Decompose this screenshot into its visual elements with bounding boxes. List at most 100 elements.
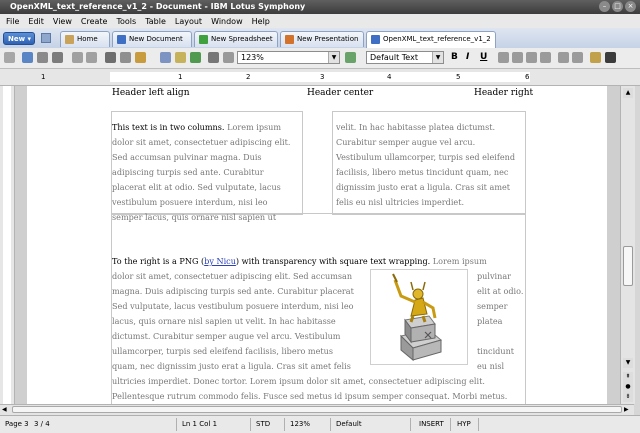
undo-icon[interactable]: [72, 52, 83, 63]
ruler-number: 1: [41, 73, 46, 81]
header-right: Header right: [474, 88, 534, 98]
redo-icon[interactable]: [86, 52, 97, 63]
font-color-icon[interactable]: [605, 52, 616, 63]
ruler-number: 1: [178, 73, 183, 81]
text-line: vestibulum posuere interdum, nisi leo: [112, 197, 268, 207]
scroll-right-icon[interactable]: ▶: [624, 406, 632, 414]
vertical-scrollbar[interactable]: ▲ ▼ ⇞ ● ⇟: [620, 86, 635, 404]
horizontal-scrollbar[interactable]: ◀ ▶: [0, 404, 634, 415]
text-line: ultricies imperdiet. Donec tortor. Lorem…: [112, 376, 485, 386]
menu-layout[interactable]: Layout: [175, 17, 202, 26]
chevron-down-icon[interactable]: ▼: [328, 52, 339, 63]
italic-button[interactable]: I: [466, 52, 469, 62]
image-icon[interactable]: [175, 52, 186, 63]
formatting-marks-icon[interactable]: [208, 52, 219, 63]
properties-icon[interactable]: [4, 52, 15, 63]
status-selection-mode[interactable]: STD: [256, 420, 270, 428]
maximize-icon[interactable]: □: [612, 1, 623, 12]
underline-button[interactable]: U: [480, 52, 487, 62]
menu-bar: File Edit View Create Tools Table Layout…: [0, 14, 640, 28]
close-icon[interactable]: ×: [625, 1, 636, 12]
minimize-icon[interactable]: –: [599, 1, 610, 12]
text-line: semper: [477, 301, 508, 311]
copy-icon[interactable]: [120, 52, 131, 63]
text-line: dictumst. Curabitur semper augue vel arc…: [112, 331, 341, 341]
menu-edit[interactable]: Edit: [28, 17, 44, 26]
print-icon[interactable]: [52, 52, 63, 63]
zoom-value: 123%: [241, 53, 264, 62]
next-page-icon[interactable]: ⇟: [623, 392, 633, 402]
png-intro-end: ) with transparency with square text wra…: [235, 256, 431, 266]
status-zoom[interactable]: 123%: [290, 420, 310, 428]
menu-table[interactable]: Table: [145, 17, 166, 26]
menu-create[interactable]: Create: [81, 17, 108, 26]
column-left: This text is in two columns. Lorem ipsum…: [112, 120, 302, 225]
bold-button[interactable]: B: [451, 52, 458, 62]
horizontal-scroll-thumb[interactable]: [12, 406, 622, 413]
highlight-icon[interactable]: [590, 52, 601, 63]
text-line: velit. In hac habitasse platea dictumst.: [336, 122, 496, 132]
status-page-count: 3 / 4: [34, 420, 50, 428]
save-icon[interactable]: [22, 52, 33, 63]
status-page-style[interactable]: Default: [336, 420, 362, 428]
tab-new-spreadsheet[interactable]: New Spreadsheet: [194, 31, 278, 47]
text-line: Sed accumsan pulvinar magna. Duis: [112, 152, 262, 162]
ruler-number: 5: [456, 73, 461, 81]
pdf-icon[interactable]: [37, 52, 48, 63]
menu-window[interactable]: Window: [211, 17, 243, 26]
navigator-icon[interactable]: [190, 52, 201, 63]
png-intro-rest: Lorem ipsum: [432, 256, 487, 266]
tab-new-document[interactable]: New Document: [112, 31, 192, 47]
tab-home-label: Home: [77, 35, 98, 43]
paste-icon[interactable]: [135, 52, 146, 63]
text-line: elit at odio.: [477, 286, 524, 296]
text-line: Pellentesque rutrum commodo felis. Fusce…: [112, 391, 508, 401]
document-page[interactable]: Header left align Header center Header r…: [27, 86, 607, 404]
menu-help[interactable]: Help: [252, 17, 270, 26]
previous-page-icon[interactable]: ⇞: [623, 372, 633, 382]
numbering-icon[interactable]: [558, 52, 569, 63]
menu-file[interactable]: File: [6, 17, 19, 26]
text-line: facilisis, libero metus tincidunt quam, …: [336, 167, 509, 177]
status-hyphenation[interactable]: HYP: [457, 420, 471, 428]
cut-icon[interactable]: [105, 52, 116, 63]
author-link[interactable]: by Nicu: [204, 256, 236, 266]
png-intro: To the right is a PNG (: [112, 256, 205, 266]
vertical-ruler[interactable]: [0, 86, 15, 404]
warrior-statue-icon: [392, 273, 443, 362]
bullets-icon[interactable]: [572, 52, 583, 63]
open-icon[interactable]: [41, 33, 51, 43]
styles-icon[interactable]: [345, 52, 356, 63]
scroll-down-icon[interactable]: ▼: [623, 358, 633, 368]
text-line: adipiscing turpis sed ante. Curabitur: [112, 167, 264, 177]
scroll-left-icon[interactable]: ◀: [2, 406, 10, 414]
png-image[interactable]: [370, 269, 468, 365]
tab-new-presentation[interactable]: New Presentation: [280, 31, 364, 47]
table-icon[interactable]: [160, 52, 171, 63]
column-right: velit. In hac habitasse platea dictumst.…: [336, 120, 528, 210]
spellcheck-icon[interactable]: [223, 52, 234, 63]
align-left-icon[interactable]: [498, 52, 509, 63]
new-button[interactable]: New ▾: [3, 32, 35, 45]
text-line: dolor sit amet, consectetuer adipiscing …: [112, 271, 353, 281]
column-intro: This text is in two columns.: [112, 122, 225, 132]
text-line: This text is in two columns. Lorem ipsum: [112, 120, 302, 135]
menu-view[interactable]: View: [53, 17, 72, 26]
tab-openxml-document[interactable]: OpenXML_text_reference_v1_2: [366, 31, 496, 48]
text-line: ullamcorper, turpis sed eleifend facilis…: [112, 346, 334, 356]
chevron-down-icon[interactable]: ▼: [432, 52, 443, 63]
menu-tools[interactable]: Tools: [116, 17, 136, 26]
scrollbar-thumb[interactable]: [623, 246, 633, 286]
document-canvas[interactable]: Header left align Header center Header r…: [15, 86, 620, 404]
scroll-up-icon[interactable]: ▲: [623, 88, 633, 98]
status-insert-mode[interactable]: INSERT: [419, 420, 444, 428]
paragraph-style-combo[interactable]: Default Text ▼: [366, 51, 444, 64]
formatting-toolbar: 123% ▼ Default Text ▼ B I U: [0, 48, 640, 69]
justify-icon[interactable]: [540, 52, 551, 63]
navigation-icon[interactable]: ●: [623, 382, 633, 392]
align-right-icon[interactable]: [526, 52, 537, 63]
zoom-combo[interactable]: 123% ▼: [237, 51, 340, 64]
tab-home[interactable]: Home: [60, 31, 110, 47]
horizontal-ruler[interactable]: 1 1 2 3 4 5 6: [0, 69, 640, 86]
align-center-icon[interactable]: [512, 52, 523, 63]
